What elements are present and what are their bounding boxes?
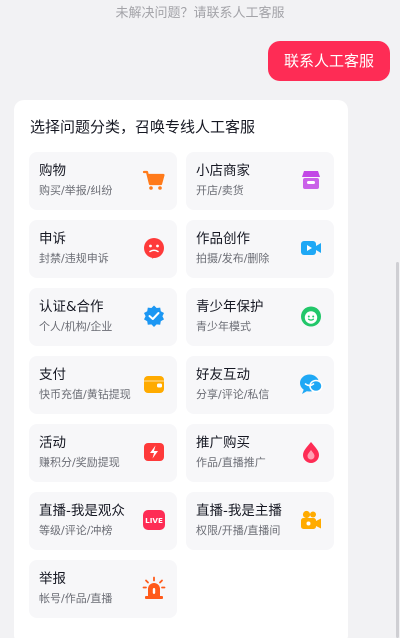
category-subtitle: 权限/开播/直播间 [196,524,281,537]
scrollbar[interactable] [396,262,399,638]
verified-badge-icon [142,304,166,328]
category-item-5[interactable]: 认证&合作个人/机构/企业 [29,288,177,346]
category-title: 青少年保护 [196,299,264,315]
shopping-cart-icon [142,168,166,192]
live-badge-icon: LIVE [142,508,166,532]
category-item-3[interactable]: 申诉封禁/违规申诉 [29,220,177,278]
category-subtitle: 开店/卖货 [196,184,244,197]
alarm-siren-icon [142,576,166,600]
category-item-4[interactable]: 作品创作拍摄/发布/删除 [186,220,334,278]
category-item-6[interactable]: 青少年保护青少年模式 [186,288,334,346]
category-title: 活动 [39,435,66,451]
shop-icon [299,168,323,192]
category-item-7[interactable]: 支付快币充值/黄钻提现 [29,356,177,414]
video-camera-icon [299,236,323,260]
chat-screen: 未解决问题？请联系人工客服 联系人工客服 选择问题分类，召唤专线人工客服 购物购… [0,0,400,638]
category-item-8[interactable]: 好友互动分享/评论/私信 [186,356,334,414]
category-subtitle: 帐号/作品/直播 [39,592,113,605]
category-subtitle: 分享/评论/私信 [196,388,270,401]
category-item-10[interactable]: 推广购买作品/直播推广 [186,424,334,482]
flame-drop-icon [299,440,323,464]
card-title: 选择问题分类，召唤专线人工客服 [30,118,256,136]
category-subtitle: 赚积分/奖励提现 [39,456,120,469]
category-card: 选择问题分类，召唤专线人工客服 购物 购买/举报/纠纷 小店商家 开店/卖货 申诉 封禁/… [14,100,348,638]
category-subtitle: 拍摄/发布/删除 [196,252,270,265]
svg-text:LIVE: LIVE [145,516,163,525]
category-grid: 购物 购买/举报/纠纷 小店商家 开店/卖货 申诉 封禁/违规申诉 作品创作 拍摄/发布/删除… [29,152,334,618]
category-title: 小店商家 [196,163,250,179]
system-hint: 未解决问题？请联系人工客服 [115,6,285,21]
wallet-icon [142,372,166,396]
smile-face-icon [299,304,323,328]
category-title: 申诉 [39,231,66,247]
category-title: 认证&合作 [39,299,104,315]
category-subtitle: 封禁/违规申诉 [39,252,109,265]
category-item-12[interactable]: 直播-我是主播 权限/开播/直播间 [186,492,334,550]
category-subtitle: 等级/评论/冲榜 [39,524,113,537]
category-title: 好友互动 [196,367,250,383]
camera-icon [299,508,323,532]
category-title: 直播-我是主播 [196,503,282,519]
category-item-2[interactable]: 小店商家开店/卖货 [186,152,334,210]
category-subtitle: 青少年模式 [196,320,251,333]
category-title: 作品创作 [196,231,250,247]
category-title: 购物 [39,163,66,179]
category-title: 举报 [39,571,66,587]
category-item-11[interactable]: 直播-我是观众 等级/评论/冲榜 LIVE [29,492,177,550]
user-message-bubble: 联系人工客服 [267,41,390,81]
category-subtitle: 快币充值/黄钻提现 [39,388,131,401]
category-subtitle: 购买/举报/纠纷 [39,184,113,197]
category-title: 推广购买 [196,435,250,451]
category-subtitle: 作品/直播推广 [196,456,266,469]
category-title: 直播-我是观众 [39,503,125,519]
category-item-1[interactable]: 购物购买/举报/纠纷 [29,152,177,210]
chat-bubbles-icon [299,372,323,396]
category-title: 支付 [39,367,66,383]
appeal-icon [142,236,166,260]
category-item-13[interactable]: 举报帐号/作品/直播 [29,560,177,618]
lightning-icon [142,440,166,464]
category-item-9[interactable]: 活动赚积分/奖励提现 [29,424,177,482]
category-subtitle: 个人/机构/企业 [39,320,113,333]
